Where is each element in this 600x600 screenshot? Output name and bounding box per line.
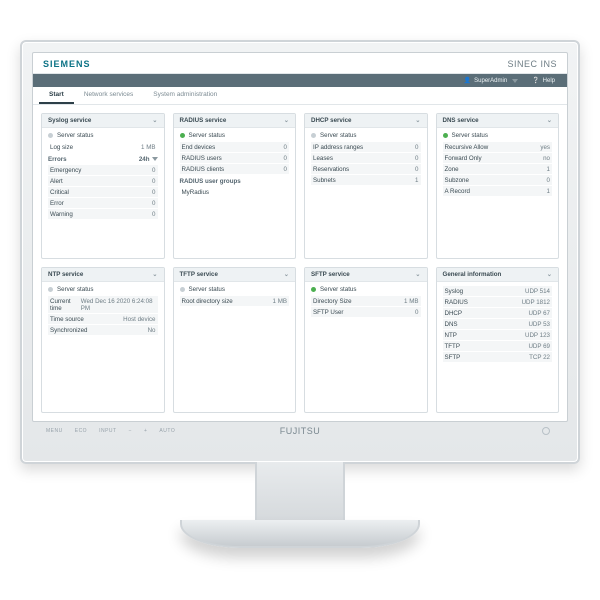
monitor-brand-row: MENUECOINPUT−+AUTO FUJITSU [32, 422, 568, 440]
chevron-down-icon: ⌄ [284, 271, 289, 278]
card-title: DHCP service [311, 117, 351, 124]
vendor-logo: SIEMENS [43, 59, 91, 69]
chevron-down-icon: ⌄ [152, 117, 157, 124]
chevron-down-icon: ⌄ [547, 117, 552, 124]
chevron-down-icon [512, 79, 518, 83]
card-title: NTP service [48, 271, 83, 278]
status-dot [443, 133, 448, 138]
status-dot [48, 287, 53, 292]
error-list: Emergency0 Alert0 Critical0 Error0 Warni… [48, 165, 158, 219]
tab-system-admin[interactable]: System administration [143, 87, 227, 104]
product-name: SINEC INS [507, 59, 557, 69]
status-dot [48, 133, 53, 138]
card-title: DNS service [443, 117, 479, 124]
status-label: Server status [57, 286, 93, 293]
monitor-stand-base [180, 520, 420, 548]
card-title: General information [443, 271, 502, 278]
status-dot [180, 133, 185, 138]
card-sftp[interactable]: SFTP service⌄ Server status Directory Si… [304, 267, 428, 413]
chevron-down-icon: ⌄ [415, 271, 420, 278]
chevron-down-icon: ⌄ [284, 117, 289, 124]
dashboard-grid: Syslog service⌄ Server status Log size1 … [33, 105, 567, 421]
card-title: TFTP service [180, 271, 218, 278]
card-title: SFTP service [311, 271, 350, 278]
status-label: Server status [189, 286, 225, 293]
user-bar: 👤 SuperAdmin ❔ Help [33, 74, 567, 87]
app-screen: SIEMENS SINEC INS 👤 SuperAdmin ❔ Help St… [32, 52, 568, 422]
status-label: Server status [57, 132, 93, 139]
main-tabs: Start Network services System administra… [33, 87, 567, 105]
chevron-down-icon [152, 157, 158, 161]
user-menu[interactable]: 👤 SuperAdmin [464, 77, 519, 84]
help-link[interactable]: ❔ Help [532, 77, 555, 84]
monitor-frame: SIEMENS SINEC INS 👤 SuperAdmin ❔ Help St… [20, 40, 580, 548]
monitor-stand-neck [255, 462, 345, 522]
card-title: RADIUS service [180, 117, 227, 124]
monitor-bezel: SIEMENS SINEC INS 👤 SuperAdmin ❔ Help St… [20, 40, 580, 464]
card-syslog[interactable]: Syslog service⌄ Server status Log size1 … [41, 113, 165, 259]
status-dot [180, 287, 185, 292]
card-ntp[interactable]: NTP service⌄ Server status Current timeW… [41, 267, 165, 413]
monitor-brand: FUJITSU [280, 426, 321, 436]
card-general-info[interactable]: General information⌄ SyslogUDP 514 RADIU… [436, 267, 560, 413]
chevron-down-icon: ⌄ [547, 271, 552, 278]
card-radius[interactable]: RADIUS service⌄ Server status End device… [173, 113, 297, 259]
status-label: Server status [320, 286, 356, 293]
status-label: Server status [452, 132, 488, 139]
tab-start[interactable]: Start [39, 87, 74, 104]
chevron-down-icon: ⌄ [152, 271, 157, 278]
status-label: Server status [320, 132, 356, 139]
status-dot [311, 133, 316, 138]
power-icon [542, 427, 550, 435]
card-dhcp[interactable]: DHCP service⌄ Server status IP address r… [304, 113, 428, 259]
status-dot [311, 287, 316, 292]
card-dns[interactable]: DNS service⌄ Server status Recursive All… [436, 113, 560, 259]
card-title: Syslog service [48, 117, 91, 124]
status-label: Server status [189, 132, 225, 139]
tab-network-services[interactable]: Network services [74, 87, 143, 104]
monitor-buttons: MENUECOINPUT−+AUTO [46, 428, 175, 434]
card-tftp[interactable]: TFTP service⌄ Server status Root directo… [173, 267, 297, 413]
chevron-down-icon: ⌄ [415, 117, 420, 124]
app-header: SIEMENS SINEC INS [33, 53, 567, 74]
